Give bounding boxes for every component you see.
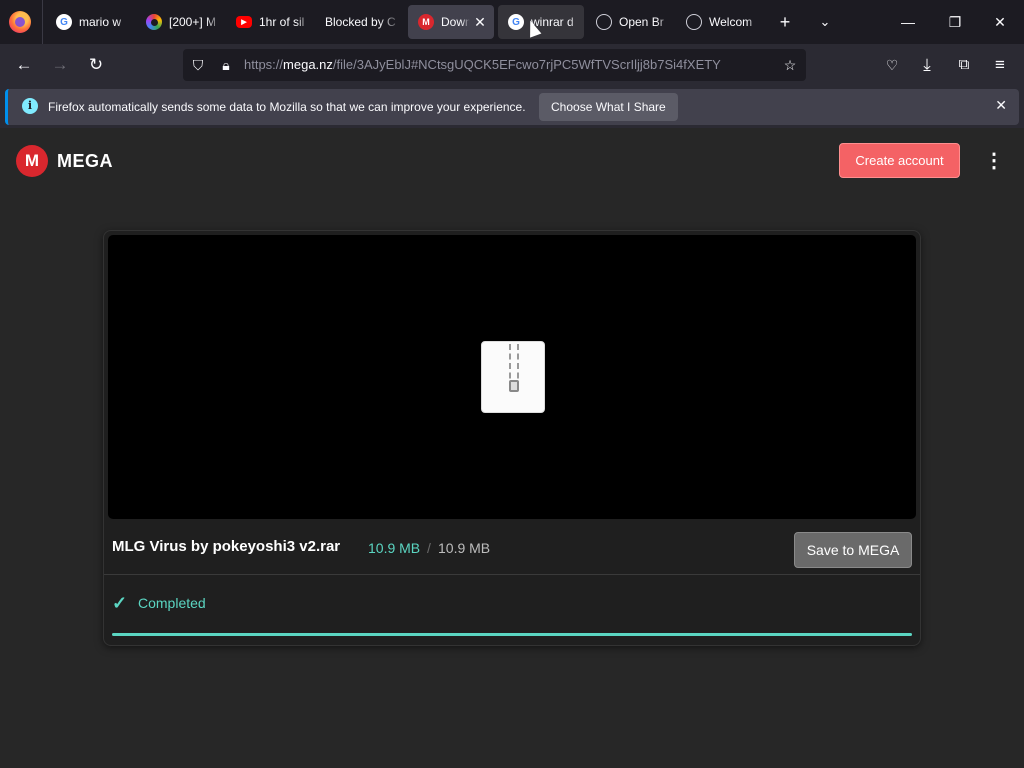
choose-what-i-share-button[interactable]: Choose What I Share	[539, 93, 678, 121]
hamburger-menu-icon[interactable]: ≡	[988, 53, 1012, 77]
tab-label: Welcom	[709, 15, 753, 29]
file-info-bar: MLG Virus by pokeyoshi3 v2.rar 10.9 MB /…	[104, 521, 920, 575]
mega-logo-text: MEGA	[57, 150, 113, 171]
chevron-down-icon[interactable]: ⌄	[813, 10, 837, 34]
url-prefix: https://	[244, 57, 284, 72]
google-icon: G	[56, 14, 72, 30]
restore-icon[interactable]: ❐	[940, 10, 970, 34]
archive-file-icon	[481, 341, 545, 413]
address-bar[interactable]: ⛉ 🔒︎ https://mega.nz/file/3AJyEblJ#NCtsg…	[183, 49, 806, 81]
mega-page: M MEGA Create account ⋮ MLG Virus by pok…	[0, 128, 1024, 768]
tab-strip: G mario w [200+] M ▶ 1hr of sil Blocked …	[0, 0, 1024, 44]
url-path: /file/3AJyEblJ#NCtsgUQCK5EFcwo7rjPC5WfTV…	[332, 57, 721, 72]
tab-divider	[42, 0, 43, 44]
info-icon: i	[22, 98, 38, 114]
progress-fill	[112, 633, 912, 636]
mega-icon: M	[418, 14, 434, 30]
lock-icon[interactable]: 🔒︎	[214, 53, 238, 77]
tab-welcome[interactable]: Welcom	[676, 5, 762, 39]
pocket-icon[interactable]: ♡	[880, 53, 904, 77]
save-to-mega-button[interactable]: Save to MEGA	[794, 532, 912, 568]
close-tab-icon[interactable]: ✕	[470, 14, 490, 31]
total-size: 10.9 MB	[438, 540, 491, 556]
bookmark-star-icon[interactable]: ☆	[778, 53, 802, 77]
globe-icon	[686, 14, 702, 30]
create-account-button[interactable]: Create account	[839, 143, 960, 178]
extensions-icon[interactable]: ⧉	[952, 53, 976, 77]
zipper-pull	[509, 380, 519, 392]
firefox-menu-icon[interactable]	[9, 11, 31, 33]
downloads-icon[interactable]: ⤓	[915, 53, 939, 77]
tab-label: mario w	[79, 15, 122, 29]
data-collection-notice: i Firefox automatically sends some data …	[5, 89, 1019, 125]
file-card: MLG Virus by pokeyoshi3 v2.rar 10.9 MB /…	[103, 230, 921, 646]
file-name: MLG Virus by pokeyoshi3 v2.rar	[112, 538, 341, 555]
tab-open-browser[interactable]: Open Br	[586, 5, 672, 39]
tab-label: 1hr of sil	[259, 15, 305, 29]
file-preview	[108, 235, 916, 519]
url-text[interactable]: https://mega.nz/file/3AJyEblJ#NCtsgUQCK5…	[244, 57, 721, 72]
reload-icon[interactable]: ↻	[84, 53, 108, 77]
minimize-icon[interactable]: —	[893, 10, 923, 34]
mega-logo[interactable]: M MEGA	[16, 145, 113, 177]
progress-bar	[112, 633, 912, 636]
new-tab-icon[interactable]: +	[773, 10, 797, 34]
close-icon[interactable]: ✕	[995, 97, 1007, 114]
checkmark-icon: ✓	[112, 593, 128, 613]
color-ring-icon	[146, 14, 162, 30]
close-window-icon[interactable]: ✕	[985, 10, 1015, 34]
youtube-icon: ▶	[236, 16, 252, 28]
notice-text: Firefox automatically sends some data to…	[48, 100, 526, 114]
size-separator: /	[427, 540, 431, 556]
tab-label: [200+] M	[169, 15, 217, 29]
more-options-icon[interactable]: ⋮	[984, 150, 1004, 172]
tab-mario[interactable]: G mario w	[46, 5, 132, 39]
tab-200[interactable]: [200+] M	[136, 5, 222, 39]
mega-logo-icon: M	[16, 145, 48, 177]
tab-winrar[interactable]: G winrar d	[498, 5, 584, 39]
shield-icon[interactable]: ⛉	[186, 53, 210, 77]
tab-blocked[interactable]: Blocked by C	[316, 5, 402, 39]
tab-label: Open Br	[619, 15, 664, 29]
status-text: Completed	[138, 595, 206, 611]
tab-youtube[interactable]: ▶ 1hr of sil	[226, 5, 312, 39]
back-arrow-icon[interactable]: ←	[12, 53, 36, 77]
tab-mega-download[interactable]: M Down ✕	[408, 5, 494, 39]
tab-label: Blocked by C	[325, 15, 396, 29]
navigation-toolbar: ← → ↻ ⛉ 🔒︎ https://mega.nz/file/3AJyEblJ…	[0, 44, 1024, 86]
downloaded-size: 10.9 MB	[368, 540, 421, 556]
google-icon: G	[508, 14, 524, 30]
url-host: mega.nz	[283, 57, 333, 72]
forward-arrow-icon[interactable]: →	[48, 53, 72, 77]
globe-icon	[596, 14, 612, 30]
tab-label: Down	[441, 15, 470, 29]
download-status: ✓ Completed	[112, 593, 206, 613]
